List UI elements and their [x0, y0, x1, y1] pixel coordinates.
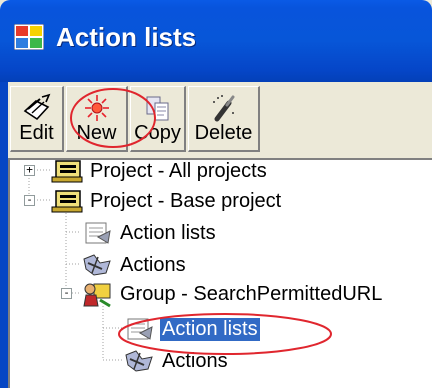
- tree-node-action-lists[interactable]: Action lists: [80, 218, 218, 248]
- edit-button[interactable]: Edit: [10, 86, 64, 152]
- new-button[interactable]: New: [66, 86, 128, 152]
- window-icon: [14, 24, 44, 50]
- collapse-toggle-group[interactable]: -: [61, 287, 72, 299]
- copy-button[interactable]: Copy: [130, 86, 186, 152]
- tree-node-label: Project - All projects: [90, 159, 267, 182]
- window-title: Action lists: [56, 22, 197, 52]
- project-tree[interactable]: + - - Project - All projects Project - B…: [8, 158, 432, 388]
- actions-icon: [125, 350, 153, 372]
- tree-node-group-actions[interactable]: Actions: [122, 346, 230, 376]
- project-icon: [51, 190, 83, 213]
- window-left-border: [0, 82, 8, 388]
- delete-icon: [212, 95, 234, 122]
- new-button-label: New: [76, 122, 117, 144]
- edit-icon: [23, 93, 50, 121]
- action-lists-window: Action lists Edit New Copy Delete + - - …: [0, 0, 432, 388]
- action-list-icon: [127, 318, 153, 340]
- copy-icon: [146, 96, 168, 121]
- tree-node-group-action-lists[interactable]: Action lists: [122, 314, 260, 344]
- toolbar: Edit New Copy Delete: [8, 82, 432, 156]
- tree-node-label: Group - SearchPermittedURL: [120, 282, 383, 305]
- collapse-toggle-base-project[interactable]: -: [24, 194, 35, 206]
- action-list-icon: [85, 222, 111, 244]
- tree-node-label: Project - Base project: [90, 189, 282, 212]
- new-icon: [84, 95, 109, 121]
- tree-node-label: Actions: [162, 349, 228, 372]
- tree-node-label-selected: Action lists: [160, 317, 260, 341]
- tree-node-label: Actions: [120, 253, 186, 276]
- delete-button[interactable]: Delete: [188, 86, 260, 152]
- copy-button-label: Copy: [134, 122, 181, 144]
- project-icon: [51, 160, 83, 183]
- expand-toggle-all-projects[interactable]: +: [24, 164, 35, 176]
- tree-node-all-projects[interactable]: Project - All projects: [50, 156, 269, 186]
- delete-button-label: Delete: [194, 122, 253, 144]
- edit-button-label: Edit: [19, 122, 54, 144]
- actions-icon: [83, 254, 111, 276]
- title-bar[interactable]: Action lists: [0, 0, 432, 82]
- tree-node-base-project[interactable]: Project - Base project: [50, 186, 283, 216]
- tree-node-label: Action lists: [120, 221, 216, 244]
- group-icon: [83, 283, 111, 308]
- tree-node-actions[interactable]: Actions: [80, 250, 188, 280]
- tree-node-group-searchpermittedurl[interactable]: Group - SearchPermittedURL: [80, 279, 384, 309]
